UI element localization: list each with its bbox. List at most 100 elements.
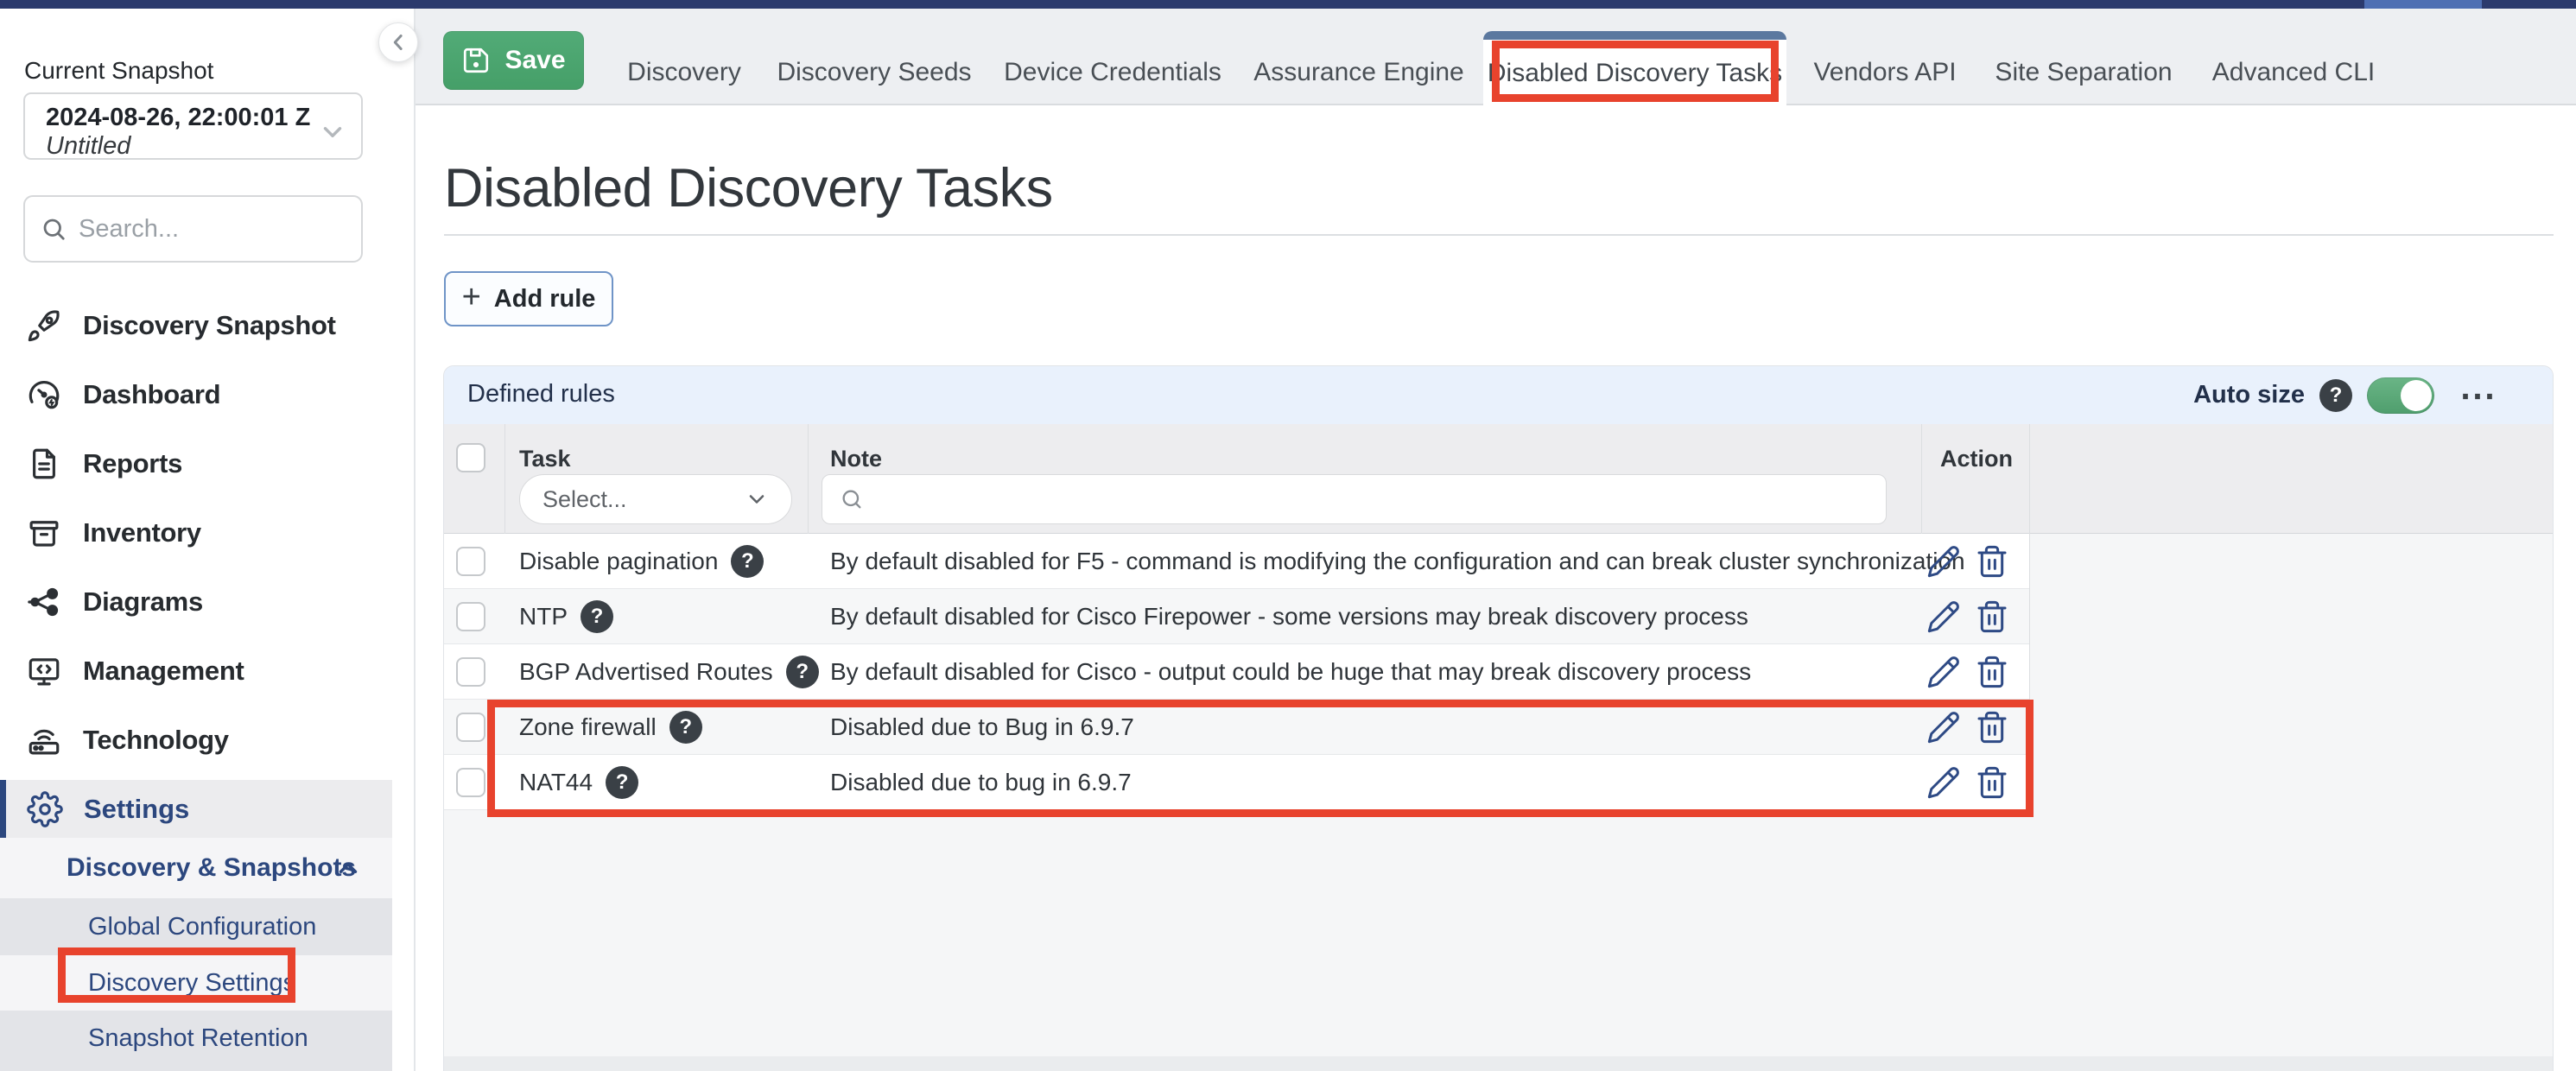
- active-tab-indicator: [1483, 31, 1786, 40]
- sidebar-item-label: Technology: [83, 725, 229, 756]
- save-button-label: Save: [504, 46, 565, 75]
- tab-disabled-discovery-tasks[interactable]: Disabled Discovery Tasks: [1483, 31, 1786, 107]
- select-all-checkbox[interactable]: [456, 443, 485, 472]
- search-input[interactable]: [79, 215, 329, 244]
- sidebar-item-label: Snapshot Retention: [88, 1024, 308, 1053]
- sidebar-item-global-configuration[interactable]: Global Configuration: [0, 898, 392, 955]
- help-icon[interactable]: ?: [2319, 379, 2352, 412]
- table-header-row: Task Note Action Select...: [444, 424, 2553, 534]
- delete-icon[interactable]: [1975, 544, 2009, 579]
- tab-assurance-engine[interactable]: Assurance Engine: [1253, 40, 1464, 105]
- delete-icon[interactable]: [1975, 765, 2009, 800]
- sidebar-item-management[interactable]: Management: [0, 637, 392, 706]
- task-value: NTP: [519, 603, 568, 631]
- task-value: NAT44: [519, 769, 593, 796]
- document-icon: [26, 446, 62, 482]
- save-button[interactable]: Save: [443, 31, 584, 90]
- row-checkbox[interactable]: [456, 547, 485, 576]
- router-icon: [26, 722, 62, 758]
- sidebar-item-label: Settings: [84, 794, 189, 825]
- edit-icon[interactable]: [1926, 655, 1961, 689]
- sidebar-item-inventory[interactable]: Inventory: [0, 498, 392, 567]
- help-icon[interactable]: ?: [731, 545, 764, 578]
- tab-advanced-cli[interactable]: Advanced CLI: [2212, 40, 2375, 105]
- sidebar-item-label: Discovery Snapshot: [83, 310, 336, 341]
- table-row: Zone firewall? Disabled due to Bug in 6.…: [444, 700, 2029, 755]
- sidebar-item-reports[interactable]: Reports: [0, 429, 392, 498]
- chevron-up-icon: [333, 853, 363, 883]
- app-window: Current Snapshot 2024-08-26, 22:00:01 Z …: [0, 0, 2576, 1071]
- search-icon: [840, 487, 864, 511]
- note-value: By default disabled for Cisco - output c…: [830, 644, 1751, 700]
- tab-device-credentials[interactable]: Device Credentials: [1004, 40, 1221, 105]
- snapshot-select[interactable]: 2024-08-26, 22:00:01 Z Untitled: [23, 92, 363, 160]
- horizontal-scrollbar[interactable]: [444, 1056, 2553, 1071]
- sidebar-item-label: Reports: [83, 448, 182, 479]
- archive-icon: [26, 515, 62, 551]
- sidebar-item-technology[interactable]: Technology: [0, 706, 392, 775]
- sidebar-item-settings[interactable]: Settings: [0, 780, 392, 838]
- column-header-note: Note: [830, 446, 882, 472]
- search-icon: [41, 216, 67, 242]
- sidebar-search[interactable]: [23, 195, 363, 263]
- help-icon[interactable]: ?: [581, 600, 613, 633]
- snapshot-name: Untitled: [46, 132, 313, 161]
- auto-size-label: Auto size: [2193, 381, 2305, 409]
- help-icon[interactable]: ?: [786, 656, 819, 688]
- sidebar-item-label: Management: [83, 656, 244, 687]
- note-value: Disabled due to bug in 6.9.7: [830, 755, 1132, 810]
- column-header-task: Task: [519, 446, 571, 472]
- defined-rules-panel: Defined rules Auto size ? ⋯ Task Note Ac…: [443, 365, 2554, 1071]
- sidebar-item-label: Dashboard: [83, 379, 220, 410]
- network-icon: [26, 584, 62, 620]
- note-value: By default disabled for Cisco Firepower …: [830, 589, 1748, 644]
- delete-icon[interactable]: [1975, 710, 2009, 745]
- table-row: NAT44? Disabled due to bug in 6.9.7: [444, 755, 2029, 810]
- edit-icon[interactable]: [1926, 710, 1961, 745]
- row-checkbox[interactable]: [456, 713, 485, 742]
- tab-vendors-api[interactable]: Vendors API: [1813, 40, 1956, 105]
- sidebar-group-discovery-and-snapshots[interactable]: Discovery & Snapshots: [0, 838, 392, 898]
- rocket-icon: [26, 307, 62, 344]
- help-icon[interactable]: ?: [606, 766, 638, 799]
- gauge-icon: [26, 377, 62, 413]
- panel-menu-icon[interactable]: ⋯: [2459, 387, 2497, 404]
- edit-icon[interactable]: [1926, 765, 1961, 800]
- edit-icon[interactable]: [1926, 544, 1961, 579]
- task-filter-select[interactable]: Select...: [519, 474, 792, 524]
- tab-discovery-seeds[interactable]: Discovery Seeds: [777, 40, 971, 105]
- gear-icon: [27, 791, 63, 827]
- tab-site-separation[interactable]: Site Separation: [1995, 40, 2172, 105]
- top-navigation-strip: [0, 0, 2576, 9]
- edit-icon[interactable]: [1926, 599, 1961, 634]
- sidebar-item-diagrams[interactable]: Diagrams: [0, 567, 392, 637]
- panel-title: Defined rules: [467, 380, 615, 409]
- row-checkbox[interactable]: [456, 768, 485, 797]
- delete-icon[interactable]: [1975, 599, 2009, 634]
- panel-header: Defined rules Auto size ? ⋯: [444, 366, 2553, 424]
- task-value: BGP Advertised Routes: [519, 658, 773, 686]
- settings-tabbar: Save Discovery Discovery Seeds Device Cr…: [416, 9, 2576, 105]
- sidebar-group-label: Discovery & Snapshots: [67, 853, 356, 883]
- plus-icon: +: [462, 281, 481, 314]
- sidebar-item-label: Inventory: [83, 517, 201, 548]
- note-filter-input[interactable]: [822, 474, 1887, 524]
- page-title: Disabled Discovery Tasks: [444, 157, 1053, 219]
- add-rule-button[interactable]: + Add rule: [444, 271, 613, 326]
- sidebar-item-dashboard[interactable]: Dashboard: [0, 360, 392, 429]
- current-snapshot-label: Current Snapshot: [24, 57, 213, 85]
- delete-icon[interactable]: [1975, 655, 2009, 689]
- title-divider: [444, 234, 2554, 236]
- task-value: Zone firewall: [519, 713, 657, 741]
- tab-discovery[interactable]: Discovery: [627, 40, 741, 105]
- sidebar-collapse-button[interactable]: [378, 22, 418, 62]
- table-row: BGP Advertised Routes? By default disabl…: [444, 644, 2029, 700]
- row-checkbox[interactable]: [456, 602, 485, 631]
- sidebar-item-snapshot-retention[interactable]: Snapshot Retention: [0, 1011, 392, 1071]
- sidebar-item-discovery-snapshot[interactable]: Discovery Snapshot: [0, 291, 392, 360]
- row-checkbox[interactable]: [456, 657, 485, 687]
- note-value: By default disabled for F5 - command is …: [830, 534, 1965, 589]
- help-icon[interactable]: ?: [669, 711, 702, 744]
- sidebar-item-discovery-settings[interactable]: Discovery Settings: [0, 955, 392, 1011]
- auto-size-toggle[interactable]: [2367, 377, 2434, 414]
